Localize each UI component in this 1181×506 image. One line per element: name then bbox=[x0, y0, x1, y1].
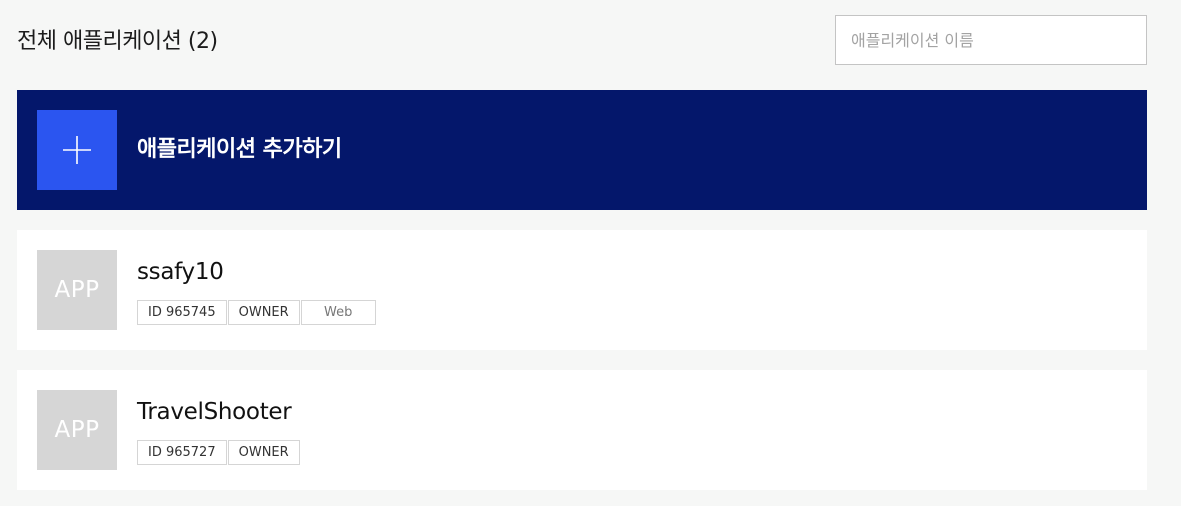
app-thumbnail: APP bbox=[37, 250, 117, 330]
add-icon-box bbox=[37, 110, 117, 190]
page-header: 전체 애플리케이션 (2) bbox=[17, 15, 1147, 65]
add-application-button[interactable]: 애플리케이션 추가하기 bbox=[17, 90, 1147, 210]
add-application-label: 애플리케이션 추가하기 bbox=[137, 137, 342, 162]
applications-page: 전체 애플리케이션 (2) 애플리케이션 추가하기 APP ssafy10 ID… bbox=[0, 0, 1181, 506]
app-role-tag: OWNER bbox=[227, 300, 300, 325]
app-name: TravelShooter bbox=[137, 399, 292, 425]
app-tags: ID 965727 OWNER bbox=[137, 440, 300, 465]
app-name: ssafy10 bbox=[137, 259, 224, 285]
page-title: 전체 애플리케이션 (2) bbox=[17, 29, 218, 54]
app-tags: ID 965745 OWNER Web bbox=[137, 300, 376, 325]
search-input[interactable] bbox=[835, 15, 1147, 65]
app-id-tag: ID 965745 bbox=[137, 300, 227, 325]
app-thumbnail: APP bbox=[37, 390, 117, 470]
app-card-travelshooter[interactable]: APP TravelShooter ID 965727 OWNER bbox=[17, 370, 1147, 490]
plus-icon bbox=[63, 136, 91, 164]
app-platform-tag: Web bbox=[300, 300, 376, 325]
app-role-tag: OWNER bbox=[227, 440, 300, 465]
app-card-ssafy10[interactable]: APP ssafy10 ID 965745 OWNER Web bbox=[17, 230, 1147, 350]
app-id-tag: ID 965727 bbox=[137, 440, 227, 465]
